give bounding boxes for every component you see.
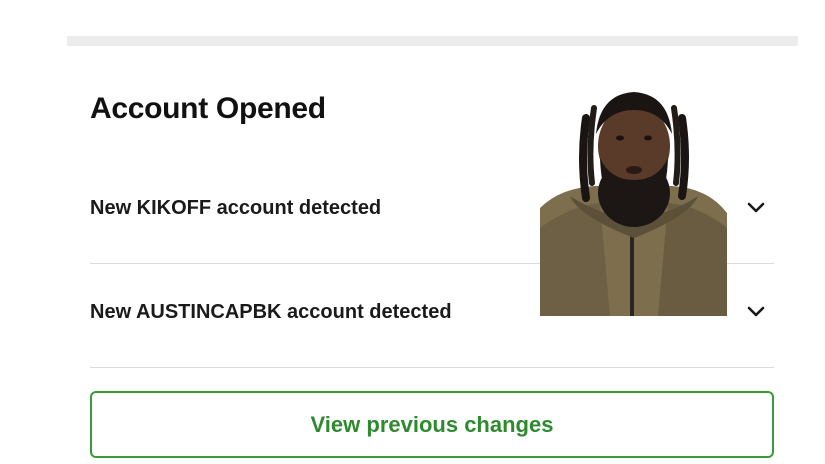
credit-monitoring-panel: Account Opened New KIKOFF account detect… xyxy=(0,0,825,464)
row-divider xyxy=(90,367,774,368)
webcam-overlay-image xyxy=(540,88,727,316)
chevron-down-icon[interactable] xyxy=(744,300,768,324)
alert-label: New AUSTINCAPBK account detected xyxy=(90,300,452,323)
section-title: Account Opened xyxy=(90,92,326,125)
alert-label: New KIKOFF account detected xyxy=(90,196,382,219)
chevron-down-icon[interactable] xyxy=(744,196,768,220)
section-separator xyxy=(67,36,798,46)
view-previous-changes-button[interactable]: View previous changes xyxy=(90,391,774,458)
